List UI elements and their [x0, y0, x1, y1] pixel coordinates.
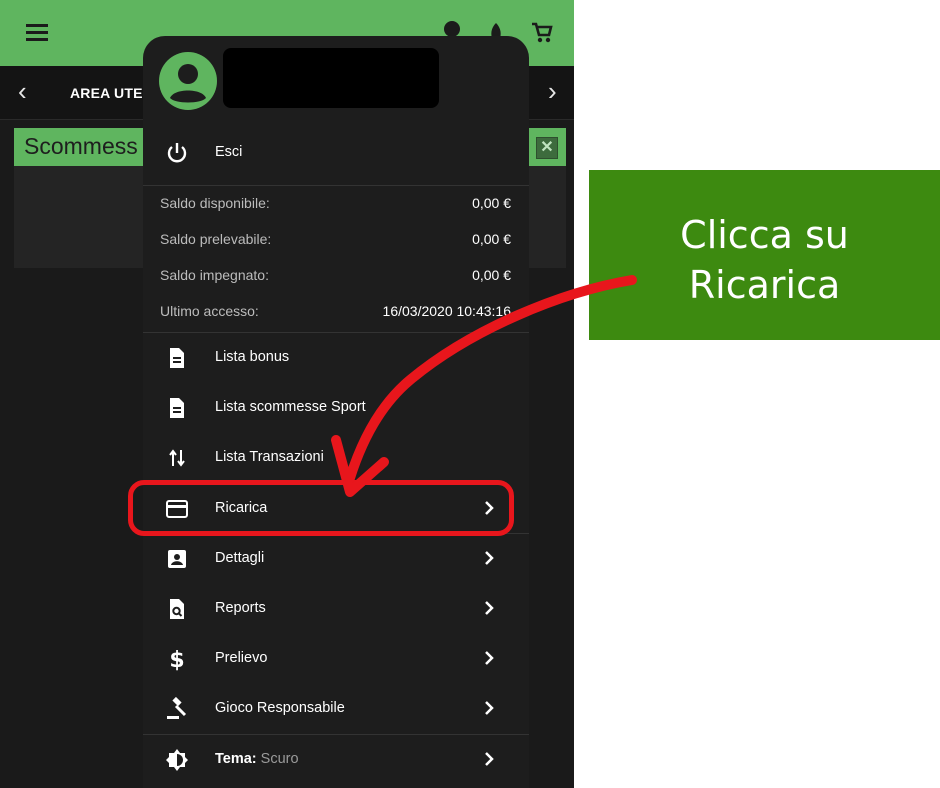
instruction-text: Clicca su Ricarica	[680, 213, 849, 307]
menu-item-dettagli[interactable]: Dettagli	[143, 534, 529, 584]
chevron-right-icon	[485, 651, 494, 665]
menu-item-label: Dettagli	[215, 550, 265, 566]
theme-key: Tema:	[215, 751, 257, 767]
theme-label: Tema: Scuro	[215, 751, 299, 767]
gavel-icon	[167, 697, 187, 719]
search-document-icon	[170, 599, 184, 619]
menu-item-label: Reports	[215, 600, 266, 616]
document-icon	[170, 398, 184, 418]
menu-item-lista-scommesse[interactable]: Lista scommesse Sport	[143, 383, 529, 433]
logout-item[interactable]: Esci	[143, 128, 529, 178]
menu-item-prelievo[interactable]: $ Prelievo	[143, 634, 529, 684]
close-icon[interactable]: ✕	[536, 137, 558, 159]
balance-label: Saldo prelevabile:	[160, 231, 272, 247]
menu-item-tema[interactable]: Tema: Scuro	[143, 735, 529, 785]
logout-label: Esci	[215, 144, 243, 160]
contact-card-icon	[168, 550, 186, 568]
balance-committed: Saldo impegnato: 0,00 €	[143, 258, 529, 294]
balance-value: 0,00 €	[472, 267, 511, 283]
menu-item-reports[interactable]: Reports	[143, 584, 529, 634]
chevron-right-icon	[485, 752, 494, 766]
svg-text:$: $	[169, 648, 184, 671]
scroll-right-icon[interactable]: ›	[548, 78, 557, 104]
avatar-icon	[159, 52, 217, 110]
menu-item-lista-bonus[interactable]: Lista bonus	[143, 333, 529, 383]
balance-withdrawable: Saldo prelevabile: 0,00 €	[143, 222, 529, 258]
last-access-label: Ultimo accesso:	[160, 303, 259, 319]
username-redacted	[223, 48, 439, 108]
tab-area-utente[interactable]: AREA UTE	[70, 85, 143, 101]
scroll-left-icon[interactable]: ‹	[18, 78, 27, 104]
menu-item-label: Lista bonus	[215, 349, 290, 365]
menu-item-label: Gioco Responsabile	[215, 700, 345, 716]
balance-label: Saldo impegnato:	[160, 267, 269, 283]
swap-vertical-icon	[169, 449, 185, 467]
chevron-right-icon	[485, 551, 494, 565]
last-access: Ultimo accesso: 16/03/2020 10:43:16	[143, 294, 529, 330]
chevron-right-icon	[485, 601, 494, 615]
menu-item-label: Lista scommesse Sport	[215, 399, 366, 415]
hamburger-menu-icon[interactable]	[26, 24, 48, 42]
last-access-value: 16/03/2020 10:43:16	[382, 303, 511, 319]
theme-value: Scuro	[260, 751, 299, 767]
dollar-icon: $	[169, 648, 184, 671]
instruction-callout: Clicca su Ricarica	[589, 170, 940, 340]
chevron-right-icon	[485, 701, 494, 715]
power-icon	[167, 143, 187, 163]
user-dropdown-menu: Esci Saldo disponibile: 0,00 € Saldo pre…	[143, 36, 529, 788]
screenshot-stage: ‹ AREA UTE › Scommess ✕ Esci Saldo dispo…	[0, 0, 940, 788]
menu-item-lista-transazioni[interactable]: Lista Transazioni	[143, 433, 529, 483]
balance-value: 0,00 €	[472, 231, 511, 247]
balance-value: 0,00 €	[472, 195, 511, 211]
bets-panel-title: Scommess	[24, 133, 138, 159]
cart-icon[interactable]	[530, 20, 554, 46]
ricarica-highlight-box	[128, 480, 514, 536]
brightness-icon	[166, 749, 188, 771]
document-icon	[170, 348, 184, 368]
menu-item-label: Prelievo	[215, 650, 268, 666]
user-header	[143, 36, 529, 128]
menu-item-gioco-responsabile[interactable]: Gioco Responsabile	[143, 684, 529, 734]
balance-label: Saldo disponibile:	[160, 195, 270, 211]
menu-item-label: Lista Transazioni	[215, 449, 324, 465]
balance-available: Saldo disponibile: 0,00 €	[143, 186, 529, 222]
